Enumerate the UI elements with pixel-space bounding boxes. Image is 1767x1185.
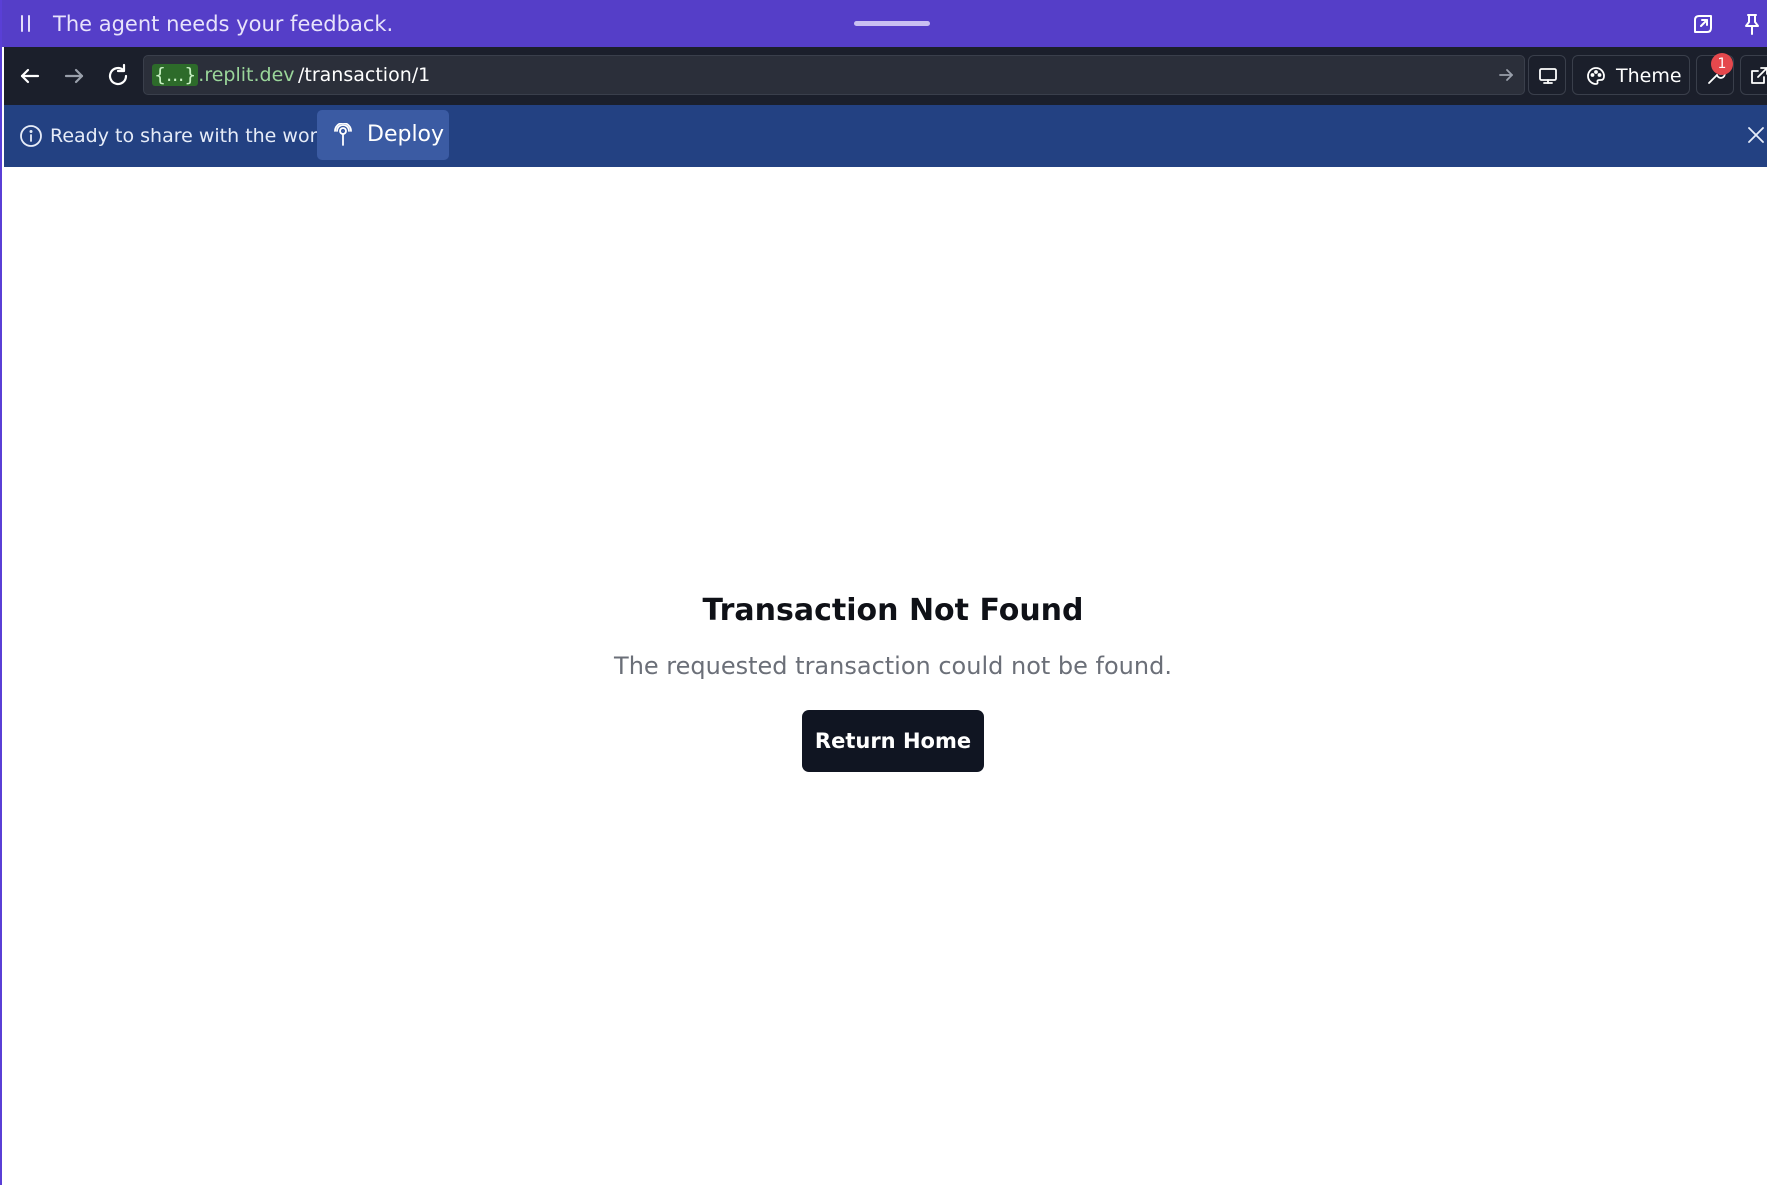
back-arrow-icon[interactable] xyxy=(16,62,44,90)
app-frame: The agent needs your feedback. {...} .re… xyxy=(0,0,1767,1185)
page-content: Transaction Not Found The requested tran… xyxy=(4,167,1767,1185)
agent-feedback-message: The agent needs your feedback. xyxy=(53,12,394,36)
deploy-icon xyxy=(331,122,355,147)
deploy-banner: Ready to share with the world? Deploy xyxy=(4,105,1767,167)
device-preview-icon xyxy=(1537,65,1559,87)
forward-arrow-icon[interactable] xyxy=(60,62,88,90)
url-host: {...} .replit.dev xyxy=(152,64,295,86)
banner-message: Ready to share with the world? xyxy=(50,125,345,147)
open-popout-icon[interactable] xyxy=(1691,12,1715,36)
theme-button[interactable]: Theme xyxy=(1572,55,1690,95)
url-path[interactable]: /transaction/1 xyxy=(298,64,430,86)
external-link-icon xyxy=(1748,65,1767,87)
reload-icon[interactable] xyxy=(104,62,132,90)
notification-badge: 1 xyxy=(1711,53,1733,75)
drag-handle[interactable] xyxy=(854,21,930,26)
deploy-label: Deploy xyxy=(367,122,445,147)
palette-icon xyxy=(1585,65,1607,87)
page-title: Transaction Not Found xyxy=(702,593,1084,628)
agent-feedback-bar: The agent needs your feedback. xyxy=(2,0,1767,47)
close-icon[interactable] xyxy=(1745,124,1767,146)
device-preview-button[interactable] xyxy=(1528,55,1566,95)
browser-toolbar: {...} .replit.dev /transaction/1 Theme 1 xyxy=(4,47,1767,105)
url-host-tag: {...} xyxy=(152,64,199,86)
pin-icon[interactable] xyxy=(1740,12,1764,36)
url-bar[interactable]: {...} .replit.dev /transaction/1 xyxy=(143,55,1525,95)
pause-icon[interactable] xyxy=(21,15,31,32)
open-external-button[interactable] xyxy=(1740,55,1767,95)
tools-button[interactable]: 1 xyxy=(1696,53,1734,95)
info-icon xyxy=(19,124,43,148)
not-found-message: The requested transaction could not be f… xyxy=(614,652,1172,680)
go-arrow-icon[interactable] xyxy=(1496,65,1516,85)
url-host-domain: .replit.dev xyxy=(198,64,295,86)
theme-label: Theme xyxy=(1616,65,1682,87)
deploy-button[interactable]: Deploy xyxy=(317,110,449,160)
return-home-button[interactable]: Return Home xyxy=(802,710,984,772)
